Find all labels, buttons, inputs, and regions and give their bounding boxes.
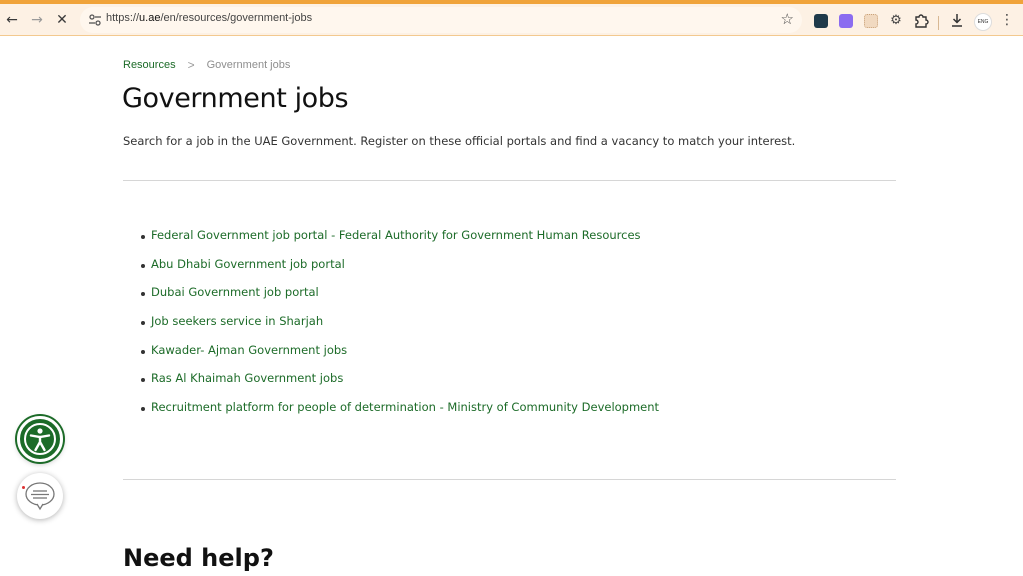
extensions-puzzle-icon[interactable]: [912, 11, 930, 29]
accessibility-button[interactable]: [17, 416, 63, 462]
people-of-determination-link[interactable]: Recruitment platform for people of deter…: [151, 400, 659, 414]
extension-grid-icon[interactable]: [864, 14, 878, 28]
breadcrumb: Resources > Government jobs: [123, 58, 290, 72]
list-item: Kawader- Ajman Government jobs: [141, 343, 659, 372]
breadcrumb-separator-icon: >: [187, 58, 195, 72]
chat-button[interactable]: [17, 473, 63, 519]
bullet-icon: [141, 349, 145, 354]
need-help-heading: Need help?: [123, 544, 274, 572]
job-portal-list: Federal Government job portal - Federal …: [141, 228, 659, 429]
bullet-icon: [141, 235, 145, 239]
bullet-icon: [141, 407, 145, 412]
extension-d-icon[interactable]: [839, 14, 853, 28]
list-item: Ras Al Khaimah Government jobs: [141, 371, 659, 400]
ajman-kawader-link[interactable]: Kawader- Ajman Government jobs: [151, 343, 347, 357]
chat-bubble-icon: [25, 482, 55, 511]
bullet-icon: [141, 378, 145, 383]
federal-portal-link[interactable]: Federal Government job portal - Federal …: [151, 228, 641, 242]
site-settings-icon[interactable]: [86, 11, 104, 29]
list-item: Job seekers service in Sharjah: [141, 314, 659, 343]
sharjah-service-link[interactable]: Job seekers service in Sharjah: [151, 314, 323, 328]
page-title: Government jobs: [122, 83, 349, 114]
stop-loading-icon[interactable]: ✕: [51, 9, 73, 31]
extension-gear-icon[interactable]: ⚙: [887, 11, 905, 29]
ras-al-khaimah-link[interactable]: Ras Al Khaimah Government jobs: [151, 371, 343, 385]
profile-avatar[interactable]: ENG: [974, 13, 992, 31]
list-item: Recruitment platform for people of deter…: [141, 400, 659, 429]
abu-dhabi-portal-link[interactable]: Abu Dhabi Government job portal: [151, 257, 345, 271]
forward-arrow-icon[interactable]: →: [26, 9, 48, 31]
bullet-icon: [141, 292, 145, 297]
divider-top: [123, 180, 896, 181]
download-icon[interactable]: [948, 11, 966, 29]
bullet-icon: [141, 263, 145, 268]
extension-a-icon[interactable]: [814, 14, 828, 28]
page-description: Search for a job in the UAE Government. …: [123, 134, 796, 148]
bookmark-star-icon[interactable]: ☆: [781, 10, 794, 28]
breadcrumb-current: Government jobs: [206, 59, 291, 71]
browser-toolbar: ← → ✕ https://u.ae/en/resources/governme…: [0, 4, 1023, 36]
list-item: Federal Government job portal - Federal …: [141, 228, 659, 257]
menu-kebab-icon[interactable]: ⋮: [998, 11, 1016, 29]
bullet-icon: [141, 321, 145, 326]
address-bar[interactable]: https://u.ae/en/resources/government-job…: [80, 7, 802, 33]
back-arrow-icon[interactable]: ←: [1, 9, 23, 31]
list-item: Abu Dhabi Government job portal: [141, 257, 659, 286]
divider-bottom: [123, 479, 896, 480]
chat-notification-dot: [22, 486, 25, 489]
dubai-portal-link[interactable]: Dubai Government job portal: [151, 285, 319, 299]
breadcrumb-resources-link[interactable]: Resources: [123, 59, 176, 71]
list-item: Dubai Government job portal: [141, 285, 659, 314]
url-text[interactable]: https://u.ae/en/resources/government-job…: [106, 12, 312, 24]
accessibility-icon: [24, 423, 56, 455]
toolbar-divider: [938, 16, 939, 30]
page-content: Resources > Government jobs Government j…: [0, 37, 1023, 576]
